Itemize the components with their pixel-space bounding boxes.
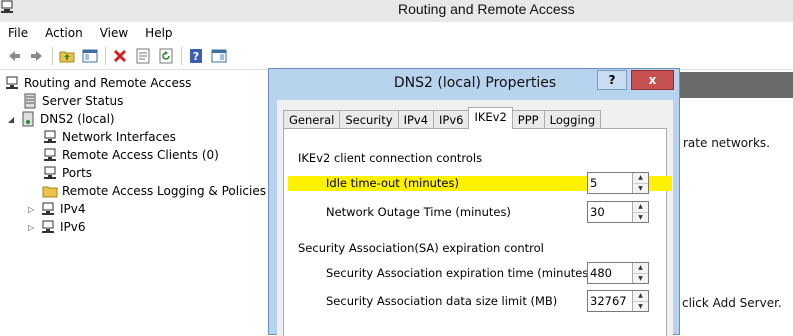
delete-icon[interactable]: [109, 45, 131, 67]
sa-time-spinner[interactable]: ▲▼: [587, 262, 649, 284]
spin-up-icon[interactable]: ▲: [633, 263, 648, 274]
console-icon[interactable]: [208, 45, 230, 67]
ports-icon: [44, 166, 56, 179]
server-status-icon: [24, 93, 36, 109]
result-pane-text: rate networks.: [683, 136, 770, 150]
tree-root[interactable]: Routing and Remote Access: [4, 74, 191, 92]
ipv6-icon: [42, 220, 54, 233]
tab-ppp[interactable]: PPP: [511, 110, 545, 129]
tree-ports[interactable]: Ports: [42, 164, 92, 182]
app-icon: [1, 0, 13, 13]
tree-logging-policies-label: Remote Access Logging & Policies: [62, 184, 266, 198]
svg-text:?: ?: [193, 50, 199, 63]
outage-time-input[interactable]: [588, 202, 632, 222]
outage-time-label: Network Outage Time (minutes): [326, 205, 511, 219]
routing-icon: [6, 76, 18, 89]
spin-down-icon[interactable]: ▼: [633, 212, 648, 222]
server-icon: [22, 111, 34, 127]
menu-file[interactable]: File: [0, 26, 37, 40]
sa-size-spinner[interactable]: ▲▼: [587, 290, 649, 312]
tree-ipv6[interactable]: ▷ IPv6: [28, 218, 86, 236]
outage-time-spinner[interactable]: ▲▼: [587, 201, 649, 223]
spin-up-icon[interactable]: ▲: [633, 202, 648, 213]
idle-timeout-label: Idle time-out (minutes): [326, 176, 459, 190]
tree-remote-access-clients[interactable]: Remote Access Clients (0): [42, 146, 219, 164]
tree-server-label: DNS2 (local): [40, 112, 115, 126]
forward-icon[interactable]: [26, 45, 48, 67]
tree-server-status-label: Server Status: [42, 94, 124, 108]
tree-logging-policies[interactable]: Remote Access Logging & Policies: [42, 182, 266, 200]
dialog-close-button[interactable]: x: [631, 70, 674, 90]
result-pane-header: [680, 72, 793, 98]
back-icon[interactable]: [3, 45, 25, 67]
idle-timeout-spinner[interactable]: ▲▼: [587, 172, 649, 194]
sa-time-input[interactable]: [588, 263, 632, 283]
tree-network-interfaces-label: Network Interfaces: [62, 130, 176, 144]
menu-help[interactable]: Help: [137, 26, 181, 40]
tab-logging[interactable]: Logging: [543, 110, 602, 129]
section-sa-expiration: Security Association(SA) expiration cont…: [298, 241, 544, 255]
tree-ipv4[interactable]: ▷ IPv4: [28, 200, 86, 218]
tree-ipv4-label: IPv4: [60, 202, 86, 216]
menu-view[interactable]: View: [92, 26, 137, 40]
help-icon[interactable]: ?: [185, 45, 207, 67]
idle-timeout-input[interactable]: [588, 173, 632, 193]
tree-remote-access-clients-label: Remote Access Clients (0): [62, 148, 219, 162]
spin-down-icon[interactable]: ▼: [633, 183, 648, 193]
menu-action[interactable]: Action: [37, 26, 92, 40]
tree-server[interactable]: ◢ DNS2 (local): [8, 110, 115, 128]
ipv4-icon: [42, 202, 54, 215]
toolbar-separator: [105, 47, 106, 65]
folder-up-icon[interactable]: [56, 45, 78, 67]
tree-root-label: Routing and Remote Access: [24, 76, 192, 90]
collapse-arrow-icon[interactable]: ◢: [8, 115, 20, 124]
expand-arrow-icon[interactable]: ▷: [28, 205, 40, 214]
show-hide-tree-icon[interactable]: [79, 45, 101, 67]
spin-up-icon[interactable]: ▲: [633, 291, 648, 302]
network-interfaces-icon: [44, 130, 56, 143]
section-client-controls: IKEv2 client connection controls: [298, 151, 483, 165]
spin-down-icon[interactable]: ▼: [633, 273, 648, 283]
tab-ipv6[interactable]: IPv6: [433, 110, 470, 129]
spin-up-icon[interactable]: ▲: [633, 173, 648, 184]
refresh-icon[interactable]: [155, 45, 177, 67]
expand-arrow-icon[interactable]: ▷: [28, 223, 40, 232]
tree-ipv6-label: IPv6: [60, 220, 86, 234]
toolbar: ?: [0, 43, 793, 70]
result-pane-text: click Add Server.: [682, 296, 782, 310]
console-tree: Routing and Remote Access Server Status …: [0, 70, 270, 335]
tree-network-interfaces[interactable]: Network Interfaces: [42, 128, 176, 146]
tree-ports-label: Ports: [62, 166, 93, 180]
sa-size-label: Security Association data size limit (MB…: [326, 294, 558, 308]
toolbar-separator: [181, 47, 182, 65]
folder-icon: [42, 186, 58, 198]
tab-ipv4[interactable]: IPv4: [397, 110, 435, 129]
tab-ikev2[interactable]: IKEv2: [468, 107, 513, 129]
toolbar-separator: [52, 47, 53, 65]
window-titlebar: Routing and Remote Access: [0, 0, 793, 22]
properties-dialog: DNS2 (local) Properties ? x General Secu…: [268, 68, 680, 336]
window-title: Routing and Remote Access: [398, 1, 575, 17]
properties-icon[interactable]: [132, 45, 154, 67]
tab-strip: General Security IPv4 IPv6 IKEv2 PPP Log…: [283, 107, 602, 129]
dialog-help-button[interactable]: ?: [597, 70, 627, 90]
sa-time-label: Security Association expiration time (mi…: [326, 266, 593, 280]
tab-security[interactable]: Security: [339, 110, 399, 129]
dialog-body: General Security IPv4 IPv6 IKEv2 PPP Log…: [277, 100, 673, 336]
tree-server-status[interactable]: Server Status: [22, 92, 123, 110]
spin-down-icon[interactable]: ▼: [633, 301, 648, 311]
remote-clients-icon: [44, 148, 56, 161]
tab-general[interactable]: General: [283, 110, 341, 129]
sa-size-input[interactable]: [588, 291, 632, 311]
menu-bar: File Action View Help: [0, 22, 793, 43]
ikev2-panel: IKEv2 client connection controls Idle ti…: [283, 128, 672, 336]
